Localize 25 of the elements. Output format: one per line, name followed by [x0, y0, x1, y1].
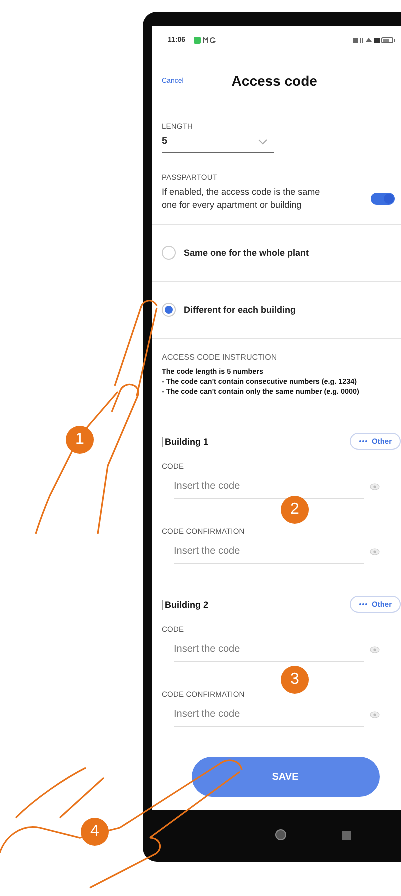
save-button[interactable]: SAVE: [192, 757, 380, 797]
instruction-title: ACCESS CODE INSTRUCTION: [162, 353, 278, 362]
dots-icon: [358, 603, 368, 606]
notification-icons: [194, 36, 216, 44]
step-badge: 4: [81, 818, 109, 846]
eye-icon[interactable]: [370, 548, 380, 556]
building-name: Building 1: [162, 436, 208, 446]
square-icon[interactable]: [342, 830, 350, 840]
status-icons: [353, 36, 397, 44]
step-badge: 1: [66, 426, 94, 454]
screen-title: Access code: [232, 73, 318, 89]
length-dropdown[interactable]: 5: [162, 131, 274, 153]
chevron-down-icon: [258, 138, 268, 144]
radio-button[interactable]: [162, 246, 176, 260]
dots-icon: [358, 440, 368, 443]
eye-icon[interactable]: [370, 646, 380, 654]
eye-icon[interactable]: [370, 483, 380, 491]
option-row[interactable]: Different for each building: [152, 282, 401, 338]
option-row[interactable]: Same one for the whole plant: [152, 225, 401, 281]
home-icon[interactable]: [274, 829, 286, 841]
building-name: Building 2: [162, 600, 208, 610]
passpartout-toggle[interactable]: [371, 193, 395, 205]
eye-icon[interactable]: [370, 711, 380, 719]
radio-button[interactable]: [162, 303, 176, 317]
passpartout-description: If enabled, the access code is the same one for every apartment or building: [162, 186, 322, 212]
